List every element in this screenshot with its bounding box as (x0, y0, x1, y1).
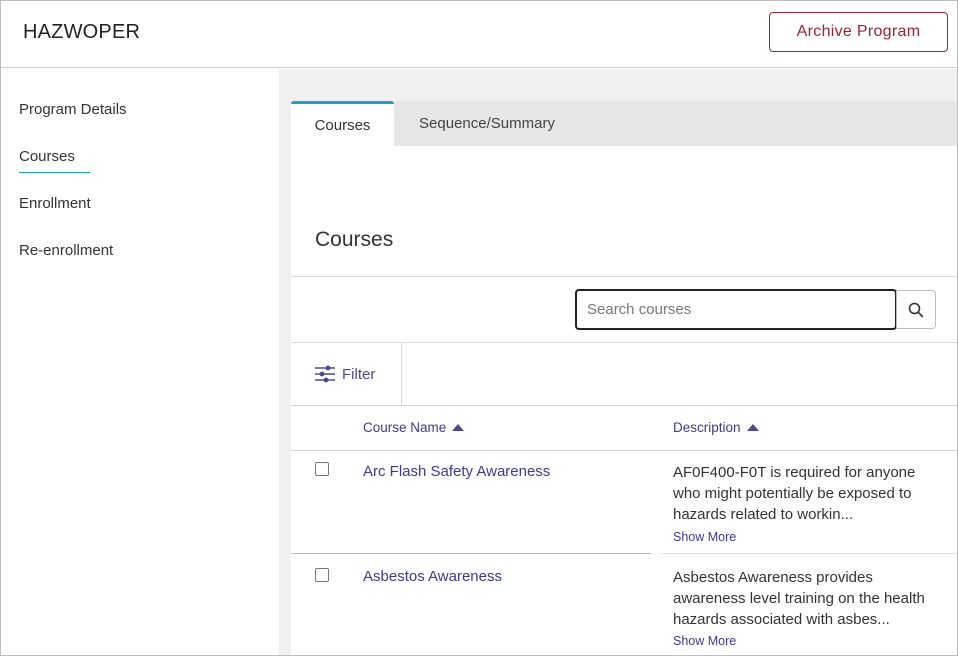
courses-panel: Courses Filter (291, 146, 957, 655)
search-button[interactable] (896, 290, 936, 329)
row-checkbox[interactable] (315, 462, 329, 476)
column-header-course-name[interactable]: Course Name (363, 420, 465, 435)
app-window: HAZWOPER Archive Program Program Details… (0, 0, 958, 656)
sidebar-item-courses[interactable]: Courses (19, 148, 90, 173)
divider (291, 276, 957, 277)
sidebar-item-re-enrollment[interactable]: Re-enrollment (19, 242, 113, 259)
filter-label: Filter (342, 365, 376, 383)
main-content: Courses Sequence/Summary Courses Search … (279, 69, 957, 655)
sidebar-item-program-details[interactable]: Program Details (19, 101, 127, 118)
tab-sequence-summary[interactable]: Sequence/Summary (394, 101, 580, 146)
divider (291, 405, 957, 406)
tab-bar: Courses Sequence/Summary (291, 101, 957, 146)
search-icon (908, 302, 924, 317)
search-input[interactable] (575, 289, 897, 330)
page-header: HAZWOPER Archive Program (1, 1, 957, 68)
sort-ascending-icon (452, 424, 465, 431)
sidebar-item-enrollment[interactable]: Enrollment (19, 195, 91, 212)
column-header-label: Course Name (363, 420, 447, 435)
panel-title: Courses (315, 228, 394, 251)
table-row: Arc Flash Safety Awareness AF0F400-F0T i… (291, 450, 957, 554)
filter-button[interactable]: Filter (291, 343, 402, 405)
course-description: Asbestos Awareness provides awareness le… (673, 569, 925, 628)
column-header-label: Description (673, 420, 741, 435)
sort-ascending-icon (746, 424, 759, 431)
course-name-link[interactable]: Arc Flash Safety Awareness (363, 463, 550, 480)
show-more-link[interactable]: Show More (673, 530, 736, 544)
row-checkbox[interactable] (315, 568, 329, 582)
show-more-link[interactable]: Show More (673, 634, 736, 648)
table-row: Asbestos Awareness Asbestos Awareness pr… (291, 554, 957, 655)
course-name-link[interactable]: Asbestos Awareness (363, 568, 502, 585)
sidebar: Program Details Courses Enrollment Re-en… (1, 69, 279, 655)
sliders-icon (315, 365, 335, 383)
tab-courses[interactable]: Courses (291, 101, 394, 146)
course-description: AF0F400-F0T is required for anyone who m… (673, 464, 916, 523)
column-header-description[interactable]: Description (673, 420, 759, 435)
archive-program-button[interactable]: Archive Program (769, 12, 948, 52)
program-title: HAZWOPER (23, 21, 141, 43)
